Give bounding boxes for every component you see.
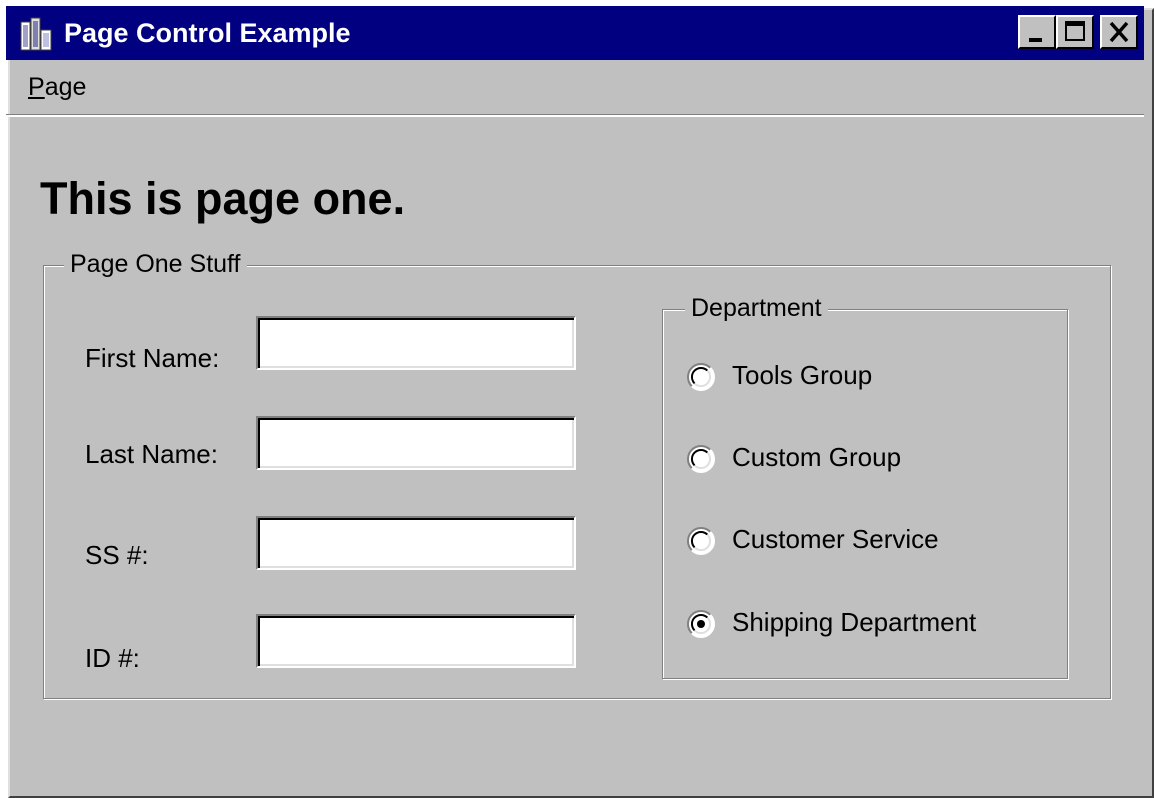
application-icon[interactable] [18, 16, 54, 52]
page-one-group-caption: Page One Stuff [64, 249, 247, 279]
maximize-icon [1065, 21, 1085, 41]
minimize-button[interactable] [1018, 15, 1056, 49]
radio-label-shipping-department: Shipping Department [732, 607, 977, 637]
last-name-field[interactable] [256, 416, 576, 470]
menu-bar: Page [6, 64, 1144, 112]
page-title: This is page one. [40, 173, 406, 224]
window-title: Page Control Example [64, 18, 351, 48]
last-name-label: Last Name: [85, 439, 218, 469]
close-button[interactable] [1100, 15, 1138, 49]
department-group-caption: Department [685, 293, 828, 323]
radio-selected-dot [697, 620, 705, 628]
menu-separator [6, 114, 1144, 117]
menu-page-accelerator: P [28, 73, 45, 101]
radio-label-customer-service: Customer Service [732, 524, 939, 554]
radio-button-icon[interactable] [686, 362, 716, 392]
id-number-label: ID #: [85, 643, 140, 673]
radio-button-icon[interactable] [686, 526, 716, 556]
radio-button-icon[interactable] [686, 444, 716, 474]
first-name-field[interactable] [256, 316, 576, 370]
menu-page[interactable]: Page [28, 72, 86, 102]
title-bar[interactable]: Page Control Example [6, 6, 1144, 60]
id-number-field[interactable] [256, 614, 576, 668]
first-name-label: First Name: [85, 343, 220, 373]
radio-label-tools-group: Tools Group [732, 360, 873, 390]
radio-button-icon[interactable] [686, 609, 716, 639]
maximize-button[interactable] [1056, 15, 1094, 49]
ss-number-field[interactable] [256, 516, 576, 570]
ss-number-label: SS #: [85, 540, 149, 570]
menu-page-label: age [44, 73, 87, 101]
close-icon [1109, 21, 1129, 43]
minimize-icon [1029, 38, 1042, 42]
radio-label-custom-group: Custom Group [732, 442, 902, 472]
